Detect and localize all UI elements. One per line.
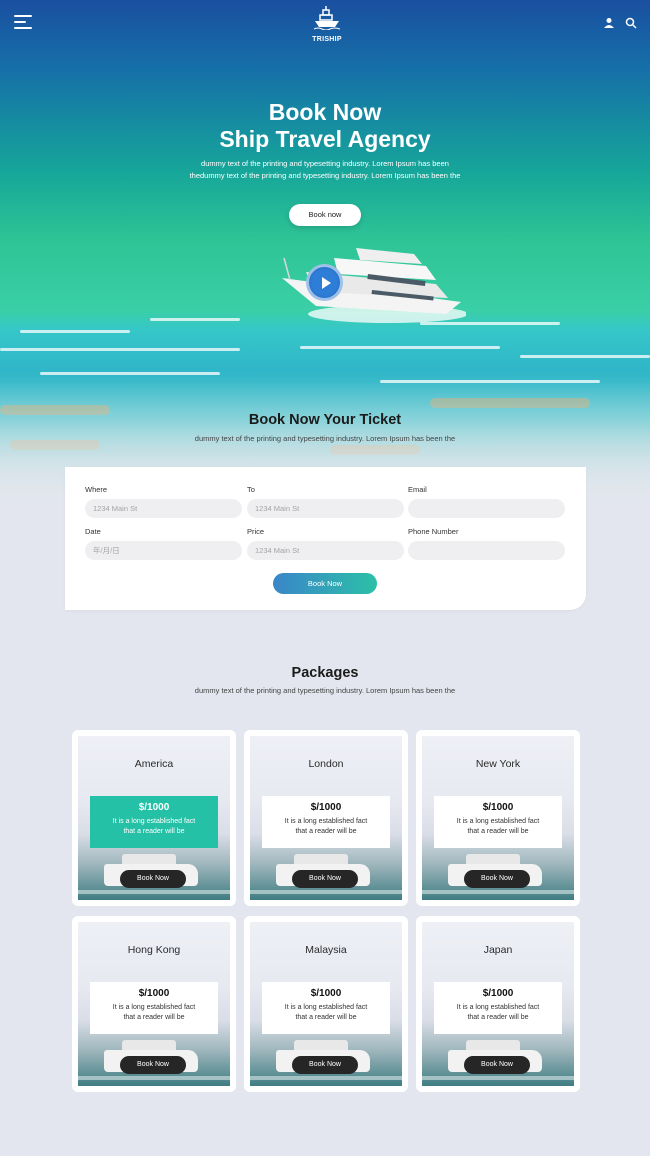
package-name: Hong Kong [127, 944, 181, 956]
package-card[interactable]: New York $/1000 It is a long established f… [416, 730, 580, 906]
package-info-box: $/1000 It is a long established fact that… [434, 982, 562, 1034]
packages-title: Packages [291, 665, 359, 681]
pier-shape [250, 1076, 402, 1080]
wave-decoration [150, 318, 240, 321]
wave-decoration [300, 346, 500, 349]
pier-shape [78, 890, 230, 894]
package-image: Japan $/1000 It is a long established fact… [422, 922, 574, 1086]
package-price: $/1000 [310, 802, 342, 813]
packages-description: dummy text of the printing and typesetti… [194, 686, 456, 695]
wave-decoration [20, 330, 130, 333]
pier-shape [250, 890, 402, 894]
package-card[interactable]: Japan $/1000 It is a long established fact… [416, 916, 580, 1092]
price-label: Price [247, 527, 265, 536]
ticket-section-description: dummy text of the printing and typesetti… [194, 434, 456, 443]
where-input[interactable] [85, 499, 242, 518]
ship-logo-icon [313, 6, 341, 31]
package-info-box: $/1000 It is a long established fact that… [434, 796, 562, 848]
where-label: Where [85, 485, 108, 494]
date-input[interactable] [85, 541, 242, 560]
wave-decoration [0, 348, 240, 351]
price-input[interactable] [247, 541, 404, 560]
package-image: London $/1000 It is a long established fac… [250, 736, 402, 900]
package-card[interactable]: America $/1000 It is a long established fa… [72, 730, 236, 906]
package-info-box: $/1000 It is a long established fact that… [90, 982, 218, 1034]
hero-section: TRISHIP Book Now Ship Travel Agency dumm… [0, 0, 650, 500]
package-card[interactable]: Malaysia $/1000 It is a long established f… [244, 916, 408, 1092]
package-book-now-button[interactable]: Book Now [464, 1056, 530, 1074]
hamburger-icon-line [14, 21, 26, 23]
package-card[interactable]: London $/1000 It is a long established fac… [244, 730, 408, 906]
hero-book-now-button[interactable]: Book now [289, 204, 361, 226]
phone-input[interactable] [408, 541, 565, 560]
yacht-illustration [282, 248, 466, 323]
package-text: It is a long established fact that a rea… [456, 818, 540, 835]
package-info-box: $/1000 It is a long established fact that… [90, 796, 218, 848]
hamburger-icon [14, 15, 32, 17]
hamburger-icon-line [14, 27, 32, 29]
search-icon[interactable] [625, 16, 637, 29]
package-info-box: $/1000 It is a long established fact that… [262, 982, 390, 1034]
package-info-box: $/1000 It is a long established fact that… [262, 796, 390, 848]
package-name: Japan [483, 944, 513, 956]
package-price: $/1000 [310, 988, 342, 999]
package-image: America $/1000 It is a long established fa… [78, 736, 230, 900]
package-text: It is a long established fact that a rea… [112, 1004, 196, 1021]
package-book-now-button[interactable]: Book Now [292, 1056, 358, 1074]
package-price: $/1000 [482, 988, 514, 999]
package-image: Malaysia $/1000 It is a long established f… [250, 922, 402, 1086]
logo[interactable]: TRISHIP [305, 6, 349, 44]
package-book-now-button[interactable]: Book Now [120, 870, 186, 888]
package-text: It is a long established fact that a rea… [112, 818, 196, 835]
ticket-section-title: Book Now Your Ticket [248, 412, 402, 428]
email-label: Email [408, 485, 427, 494]
package-card[interactable]: Hong Kong $/1000 It is a long established … [72, 916, 236, 1092]
hero-description-line2: thedummy text of the printing and typese… [189, 171, 461, 180]
package-book-now-button[interactable]: Book Now [464, 870, 530, 888]
package-text: It is a long established fact that a rea… [456, 1004, 540, 1021]
user-icon[interactable] [603, 16, 615, 28]
package-book-now-button[interactable]: Book Now [120, 1056, 186, 1074]
pier-shape [78, 1076, 230, 1080]
package-name: London [308, 758, 344, 770]
pier-shape [422, 890, 574, 894]
to-input[interactable] [247, 499, 404, 518]
email-input[interactable] [408, 499, 565, 518]
package-text: It is a long established fact that a rea… [284, 1004, 368, 1021]
pier-shape [422, 1076, 574, 1080]
menu-button[interactable] [14, 15, 32, 30]
phone-label: Phone Number [408, 527, 459, 536]
package-price: $/1000 [138, 988, 170, 999]
hero-title-line1: Book Now [268, 99, 382, 125]
book-now-submit-button[interactable]: Book Now [273, 573, 377, 594]
hero-title-line2: Ship Travel Agency [219, 126, 431, 152]
package-price: $/1000 [482, 802, 514, 813]
package-image: Hong Kong $/1000 It is a long established … [78, 922, 230, 1086]
logo-text: TRISHIP [312, 36, 342, 43]
date-label: Date [85, 527, 101, 536]
hero-description-line1: dummy text of the printing and typesetti… [201, 159, 449, 168]
wave-decoration [520, 355, 650, 358]
package-text: It is a long established fact that a rea… [284, 818, 368, 835]
wave-decoration [40, 372, 220, 375]
package-price: $/1000 [138, 802, 170, 813]
package-name: Malaysia [305, 944, 347, 956]
package-name: America [134, 758, 174, 770]
package-image: New York $/1000 It is a long established f… [422, 736, 574, 900]
to-label: To [247, 485, 255, 494]
package-book-now-button[interactable]: Book Now [292, 870, 358, 888]
package-name: New York [475, 758, 521, 770]
play-video-button[interactable] [306, 264, 343, 301]
